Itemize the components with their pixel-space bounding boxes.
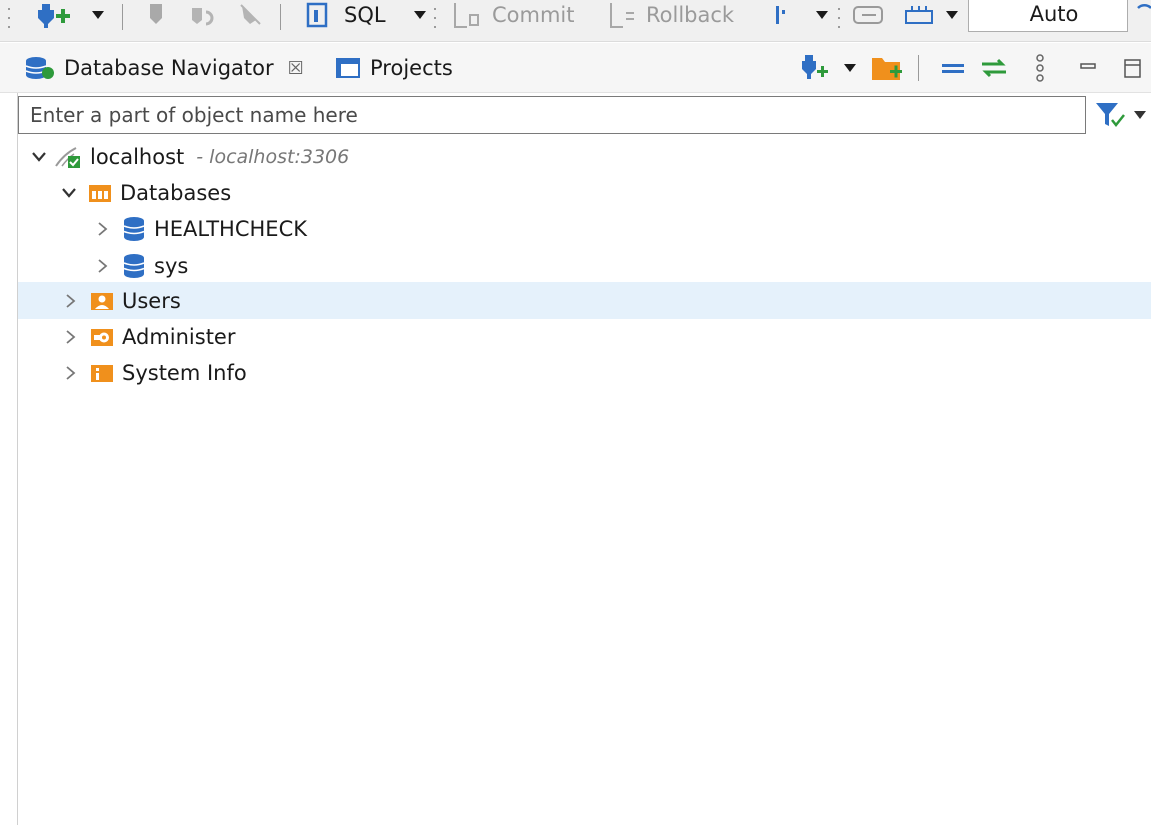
- filter-icon: [1096, 103, 1125, 128]
- database-icon: [122, 253, 146, 278]
- mysql-connection-icon: [54, 145, 86, 169]
- sql-editor-icon: [306, 2, 328, 28]
- tree-node-users[interactable]: Users: [18, 282, 1151, 319]
- sql-editor-button[interactable]: SQL: [306, 0, 386, 30]
- pending-transactions-dropdown[interactable]: [946, 0, 958, 30]
- tree-node-administer[interactable]: Administer: [18, 318, 1151, 355]
- maximize-button[interactable]: [1122, 53, 1142, 83]
- transaction-log-button[interactable]: [852, 0, 886, 30]
- reconnect-button[interactable]: [188, 0, 218, 30]
- link-with-editor-button[interactable]: [978, 53, 1010, 83]
- transaction-mode-select[interactable]: Auto: [968, 0, 1128, 32]
- pending-transactions-button[interactable]: [904, 0, 934, 30]
- users-folder-icon: [90, 289, 114, 313]
- close-icon[interactable]: ☒: [288, 58, 304, 79]
- new-connection-view-dropdown[interactable]: [844, 53, 856, 83]
- toolbar-grip: [838, 8, 841, 28]
- toolbar-separator: [122, 4, 123, 30]
- database-icon: [122, 216, 146, 241]
- dropdown-arrow-icon: [1134, 111, 1146, 119]
- pending-transactions-icon: [905, 6, 933, 24]
- collapse-all-button[interactable]: [938, 53, 966, 83]
- new-connection-view-button[interactable]: [800, 53, 830, 83]
- folder-add-icon: [872, 58, 902, 80]
- main-toolbar: SQL Commit Rollback Auto: [0, 0, 1151, 42]
- dropdown-arrow-icon: [92, 11, 104, 19]
- toolbar-separator: [280, 4, 281, 30]
- chevron-down-icon[interactable]: [62, 186, 76, 200]
- connection-label: localhost: [90, 144, 185, 169]
- connect-button[interactable]: [146, 0, 168, 30]
- chevron-right-icon[interactable]: [64, 365, 78, 380]
- plug-add-icon: [38, 4, 70, 28]
- commit-icon: [454, 3, 479, 28]
- toolbar-grip: [8, 8, 11, 28]
- toolbar-separator: [918, 55, 919, 81]
- tree-node-connection[interactable]: localhost - localhost:3306: [18, 138, 1151, 175]
- plug-add-icon: [802, 55, 828, 79]
- more-vertical-icon: [1036, 54, 1044, 82]
- system-info-label: System Info: [122, 360, 247, 385]
- database-label: sys: [154, 253, 189, 278]
- collapse-all-icon: [942, 64, 964, 73]
- chevron-right-icon[interactable]: [64, 329, 78, 344]
- object-name-filter-input[interactable]: [18, 96, 1086, 134]
- rollback-button[interactable]: Rollback: [608, 0, 734, 30]
- transaction-mode-button[interactable]: [774, 0, 788, 30]
- view-menu-button[interactable]: [1034, 53, 1046, 83]
- chevron-down-icon[interactable]: [32, 150, 46, 164]
- tab-label: Database Navigator: [64, 56, 274, 80]
- database-navigator-icon: [25, 57, 54, 79]
- tab-label: Projects: [370, 56, 453, 80]
- toolbar-grip: [434, 8, 437, 28]
- chevron-right-icon[interactable]: [64, 293, 78, 308]
- tab-database-navigator[interactable]: Database Navigator ☒: [24, 43, 304, 93]
- reconnect-icon: [192, 8, 214, 26]
- maximize-icon: [1124, 59, 1141, 78]
- sync-arrows-icon: [982, 58, 1006, 78]
- tree-node-system-info[interactable]: System Info: [18, 354, 1151, 391]
- refresh-icon: [1137, 3, 1151, 9]
- chevron-right-icon[interactable]: [96, 258, 110, 273]
- dropdown-arrow-icon: [844, 64, 856, 72]
- minimize-icon: [1080, 63, 1096, 69]
- disconnect-icon: [240, 4, 261, 25]
- projects-icon: [336, 58, 360, 78]
- chevron-right-icon[interactable]: [96, 221, 110, 236]
- new-connection-dropdown[interactable]: [92, 0, 104, 30]
- transaction-log-icon: [853, 6, 883, 24]
- sql-editor-dropdown[interactable]: [414, 0, 426, 30]
- database-label: HEALTHCHECK: [154, 216, 308, 241]
- dropdown-arrow-icon: [414, 11, 426, 19]
- rollback-label: Rollback: [646, 3, 735, 27]
- view-tab-bar: Database Navigator ☒ Projects: [0, 43, 1151, 93]
- administer-folder-icon: [90, 325, 114, 349]
- users-label: Users: [122, 288, 181, 313]
- tab-projects[interactable]: Projects: [334, 43, 453, 93]
- transaction-mode-dropdown[interactable]: [816, 0, 828, 30]
- disconnect-button[interactable]: [238, 0, 264, 30]
- dropdown-arrow-icon: [816, 11, 828, 19]
- tree-node-database[interactable]: sys: [18, 247, 1151, 284]
- commit-label: Commit: [492, 3, 575, 27]
- new-folder-button[interactable]: [870, 53, 904, 83]
- transaction-mode-icon: [776, 6, 785, 24]
- dropdown-arrow-icon: [946, 11, 958, 19]
- databases-label: Databases: [120, 180, 232, 205]
- rollback-icon: [610, 3, 634, 28]
- sql-label: SQL: [344, 3, 386, 27]
- commit-button[interactable]: Commit: [452, 0, 575, 30]
- tree-node-database[interactable]: HEALTHCHECK: [18, 210, 1151, 247]
- tree-node-databases[interactable]: Databases: [18, 174, 1151, 211]
- toolbar-overflow-icon[interactable]: [1134, 0, 1151, 30]
- connection-detail: - localhost:3306: [196, 145, 350, 168]
- minimize-button[interactable]: [1078, 53, 1098, 83]
- plug-icon: [150, 4, 162, 24]
- transaction-mode-value: Auto: [1029, 2, 1079, 26]
- databases-folder-icon: [88, 181, 112, 205]
- administer-label: Administer: [122, 324, 236, 349]
- filter-options-button[interactable]: [1094, 100, 1146, 130]
- new-connection-button[interactable]: [36, 0, 74, 30]
- system-info-folder-icon: [90, 361, 114, 385]
